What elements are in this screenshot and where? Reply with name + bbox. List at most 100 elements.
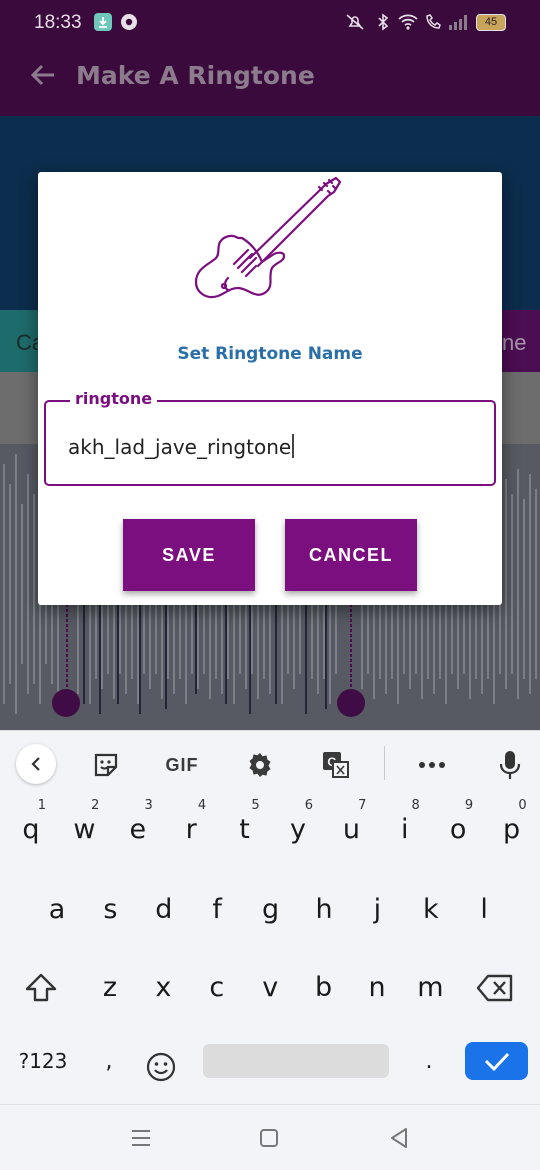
start-marker-handle (52, 689, 80, 717)
key-label: y (290, 814, 306, 845)
key-l[interactable]: l (459, 880, 509, 940)
enter-key[interactable] (465, 1042, 528, 1080)
more-options-button[interactable] (412, 745, 452, 785)
key-c[interactable]: c (192, 958, 242, 1018)
settings-button[interactable] (240, 745, 280, 785)
key-z[interactable]: z (85, 958, 135, 1018)
key-label: b (315, 972, 333, 1003)
set-ringtone-dialog: Set Ringtone Name ringtone akh_lad_jave_… (38, 172, 502, 605)
bluetooth-icon (378, 13, 389, 31)
comma-key[interactable]: , (84, 1044, 134, 1104)
backspace-icon (476, 974, 513, 1002)
key-label: v (262, 972, 279, 1003)
key-k[interactable]: k (406, 880, 456, 940)
key-j[interactable]: j (352, 880, 402, 940)
key-n[interactable]: n (352, 958, 402, 1018)
key-label: s (103, 894, 118, 925)
key-label: n (368, 972, 386, 1003)
toolbar-divider (384, 746, 385, 780)
key-o[interactable]: o9 (433, 798, 483, 860)
symbols-key[interactable]: ?123 (6, 1048, 80, 1108)
key-number-hint: 7 (358, 798, 367, 813)
call-icon (426, 14, 441, 29)
key-label: t (239, 814, 250, 845)
emoji-key[interactable] (136, 1044, 186, 1082)
key-q[interactable]: q1 (6, 798, 56, 860)
keyboard: ?123 , . q1w2e3r4t5y6u7i8o9p0asdfghjklzx… (0, 796, 540, 1104)
key-r[interactable]: r4 (166, 798, 216, 860)
key-label: z (102, 972, 118, 1003)
key-label: k (422, 894, 439, 925)
status-bar: 18:33 45 (0, 0, 540, 48)
key-label: f (212, 894, 222, 925)
key-w[interactable]: w2 (59, 798, 109, 860)
key-x[interactable]: x (138, 958, 188, 1018)
checkmark-icon (484, 1052, 509, 1072)
tab-right[interactable]: ne (500, 310, 540, 372)
key-number-hint: 6 (304, 798, 313, 813)
key-label: o (449, 814, 467, 845)
gear-icon (249, 753, 271, 777)
key-u[interactable]: u7 (326, 798, 376, 860)
backspace-key[interactable] (470, 958, 520, 1018)
text-cursor (292, 434, 294, 458)
voice-input-button[interactable] (490, 745, 530, 785)
key-number-hint: 0 (518, 798, 527, 813)
key-number-hint: 3 (144, 798, 153, 813)
field-value-text: akh_lad_jave_ringtone (68, 435, 292, 459)
recent-apps-icon[interactable] (128, 1125, 154, 1151)
wifi-icon (398, 14, 418, 30)
shift-arrow-icon (25, 973, 57, 1002)
system-nav-bar (0, 1104, 540, 1170)
save-button[interactable]: SAVE (123, 519, 255, 591)
key-label: x (155, 972, 172, 1003)
key-d[interactable]: d (139, 880, 189, 940)
key-label: i (401, 814, 409, 845)
key-number-hint: 9 (464, 798, 474, 813)
keyboard-toolbar: GIF G (0, 730, 540, 796)
silent-bell-icon (346, 14, 364, 30)
ringtone-name-input[interactable]: akh_lad_jave_ringtone (68, 434, 294, 459)
key-s[interactable]: s (85, 880, 135, 940)
key-t[interactable]: t5 (220, 798, 270, 860)
period-key[interactable]: . (404, 1044, 454, 1104)
key-label: d (155, 894, 173, 925)
key-number-hint: 8 (411, 798, 420, 813)
signal-icon (449, 15, 467, 30)
key-m[interactable]: m (405, 958, 455, 1018)
key-v[interactable]: v (245, 958, 295, 1018)
key-i[interactable]: i8 (380, 798, 430, 860)
key-y[interactable]: y6 (273, 798, 323, 860)
space-key[interactable] (203, 1044, 389, 1078)
ringtone-name-field[interactable]: ringtone akh_lad_jave_ringtone (44, 389, 496, 486)
home-icon[interactable] (256, 1125, 282, 1151)
tab-left[interactable]: Ca (0, 310, 44, 372)
key-g[interactable]: g (246, 880, 296, 940)
key-h[interactable]: h (299, 880, 349, 940)
emoji-icon (146, 1052, 176, 1082)
download-icon (94, 13, 112, 31)
key-number-hint: 5 (251, 798, 260, 813)
back-nav-icon[interactable] (386, 1125, 412, 1151)
key-number-hint: 1 (37, 798, 46, 813)
key-f[interactable]: f (192, 880, 242, 940)
key-number-hint: 2 (91, 798, 100, 813)
shift-key[interactable] (16, 958, 66, 1018)
microphone-icon (499, 751, 521, 779)
key-e[interactable]: e3 (113, 798, 163, 860)
key-p[interactable]: p0 (487, 798, 537, 860)
chrome-icon (121, 14, 137, 30)
key-number-hint: 4 (197, 798, 207, 813)
arrow-back-icon[interactable] (28, 60, 58, 90)
battery-indicator: 45 (476, 14, 506, 31)
cancel-button[interactable]: CANCEL (285, 519, 417, 591)
key-label: w (73, 814, 96, 845)
chevron-left-icon (31, 757, 40, 771)
sticker-button[interactable] (86, 745, 126, 785)
translate-button[interactable]: G (316, 745, 356, 785)
gif-button[interactable]: GIF (158, 745, 206, 785)
key-label: j (373, 894, 382, 925)
collapse-toolbar-button[interactable] (16, 744, 56, 784)
key-a[interactable]: a (32, 880, 82, 940)
key-b[interactable]: b (299, 958, 349, 1018)
